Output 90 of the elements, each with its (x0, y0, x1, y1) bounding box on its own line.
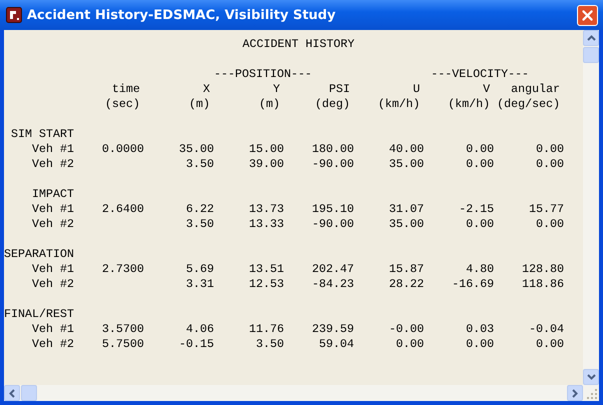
column-heading: U (412, 82, 421, 97)
table-cell-text: -84.23 (311, 277, 354, 292)
table-cell-text: 195.10 (311, 202, 354, 217)
column-heading: V (482, 82, 491, 97)
table-cell-text: 0.00 (465, 337, 494, 352)
table-cell-text: 3.5700 (101, 322, 144, 337)
vertical-scrollbar[interactable] (583, 30, 599, 385)
row-label: Veh #1 (31, 202, 74, 217)
table-cell-text: 2.6400 (101, 202, 144, 217)
table-cell-text: -90.00 (311, 157, 354, 172)
table-cell-text: 180.00 (311, 142, 354, 157)
table-cell-text: 3.31 (185, 277, 214, 292)
table-cell-text: 40.00 (388, 142, 424, 157)
table-cell-text: 3.50 (255, 337, 284, 352)
column-heading: angular (510, 82, 561, 97)
table-cell-text: 13.33 (248, 217, 284, 232)
table-cell-text: -2.15 (458, 202, 494, 217)
table-cell-text: 4.06 (185, 322, 214, 337)
table-cell-text: 39.00 (248, 157, 284, 172)
section-label: IMPACT (31, 187, 74, 202)
table-cell-text: 3.50 (185, 157, 214, 172)
table-cell-text: 13.73 (248, 202, 284, 217)
table-cell-text: 4.80 (465, 262, 494, 277)
table-cell-text: 0.00 (535, 217, 564, 232)
table-cell-text: 15.00 (248, 142, 284, 157)
horizontal-scrollbar[interactable] (4, 385, 583, 401)
table-cell-text: 128.80 (521, 262, 564, 277)
table-cell-text: 0.0000 (101, 142, 144, 157)
table-cell-text: 239.59 (311, 322, 354, 337)
table-cell-text: 35.00 (388, 157, 424, 172)
section-label: FINAL/REST (4, 307, 74, 322)
table-cell-text: 15.77 (528, 202, 564, 217)
table-cell-text: 35.00 (178, 142, 214, 157)
table-cell-text: 35.00 (388, 217, 424, 232)
section-label: SEPARATION (4, 247, 74, 262)
table-cell-text: 0.00 (465, 142, 494, 157)
scroll-thumb[interactable] (583, 47, 599, 63)
table-cell-text: 5.69 (185, 262, 214, 277)
row-label: Veh #2 (31, 277, 74, 292)
table-cell-text: 2.7300 (101, 262, 144, 277)
table-cell-text: 202.47 (311, 262, 354, 277)
table-cell-text: 0.00 (535, 157, 564, 172)
table-cell-text: -90.00 (311, 217, 354, 232)
table-cell-text: 6.22 (185, 202, 214, 217)
group-heading: ---VELOCITY--- (430, 67, 530, 82)
column-unit: (deg) (314, 97, 351, 112)
table-cell-text: 0.00 (535, 337, 564, 352)
table-cell-text: 31.07 (388, 202, 424, 217)
table-cell-text: 13.51 (248, 262, 284, 277)
table-cell-text: 0.00 (535, 142, 564, 157)
column-heading: Y (272, 82, 281, 97)
table-cell-text: 59.04 (318, 337, 354, 352)
row-label: Veh #1 (31, 262, 74, 277)
table-cell-text: 15.87 (388, 262, 424, 277)
table-cell-text: -16.69 (451, 277, 494, 292)
table-cell-text: 12.53 (248, 277, 284, 292)
table-cell-text: -0.04 (528, 322, 564, 337)
table-cell-text: 28.22 (388, 277, 424, 292)
column-unit: (m) (188, 97, 211, 112)
table-cell-text: 3.50 (185, 217, 214, 232)
column-heading: time (111, 82, 141, 97)
column-heading: X (202, 82, 211, 97)
column-unit: (deg/sec) (496, 97, 561, 112)
column-unit: (m) (258, 97, 281, 112)
table-cell-text: -0.15 (178, 337, 214, 352)
row-label: Veh #2 (31, 157, 74, 172)
row-label: Veh #2 (31, 217, 74, 232)
column-unit: (km/h) (447, 97, 491, 112)
close-button[interactable] (577, 4, 598, 26)
report-title: ACCIDENT HISTORY (242, 37, 354, 51)
row-label: Veh #1 (31, 322, 74, 337)
table-cell-text: 0.00 (465, 217, 494, 232)
row-label: Veh #2 (31, 337, 74, 352)
column-unit: (sec) (104, 97, 141, 112)
table-cell-text: 5.7500 (101, 337, 144, 352)
column-unit: (km/h) (377, 97, 421, 112)
table-cell-text: 0.00 (465, 157, 494, 172)
table-cell-text: 11.76 (248, 322, 284, 337)
table-cell-text: -0.00 (388, 322, 424, 337)
resize-grip-icon[interactable] (583, 385, 599, 401)
app-icon (6, 7, 22, 23)
row-label: Veh #1 (31, 142, 74, 157)
group-heading: ---POSITION--- (214, 67, 313, 82)
table-cell-text: 118.86 (521, 277, 564, 292)
table-cell-text: 0.03 (465, 322, 494, 337)
scroll-thumb[interactable] (21, 385, 37, 401)
table-cell-text: 0.00 (395, 337, 424, 352)
section-label: SIM START (10, 127, 74, 142)
window-title: Accident History-EDSMAC, Visibility Study (27, 8, 337, 22)
column-heading: PSI (328, 82, 351, 97)
